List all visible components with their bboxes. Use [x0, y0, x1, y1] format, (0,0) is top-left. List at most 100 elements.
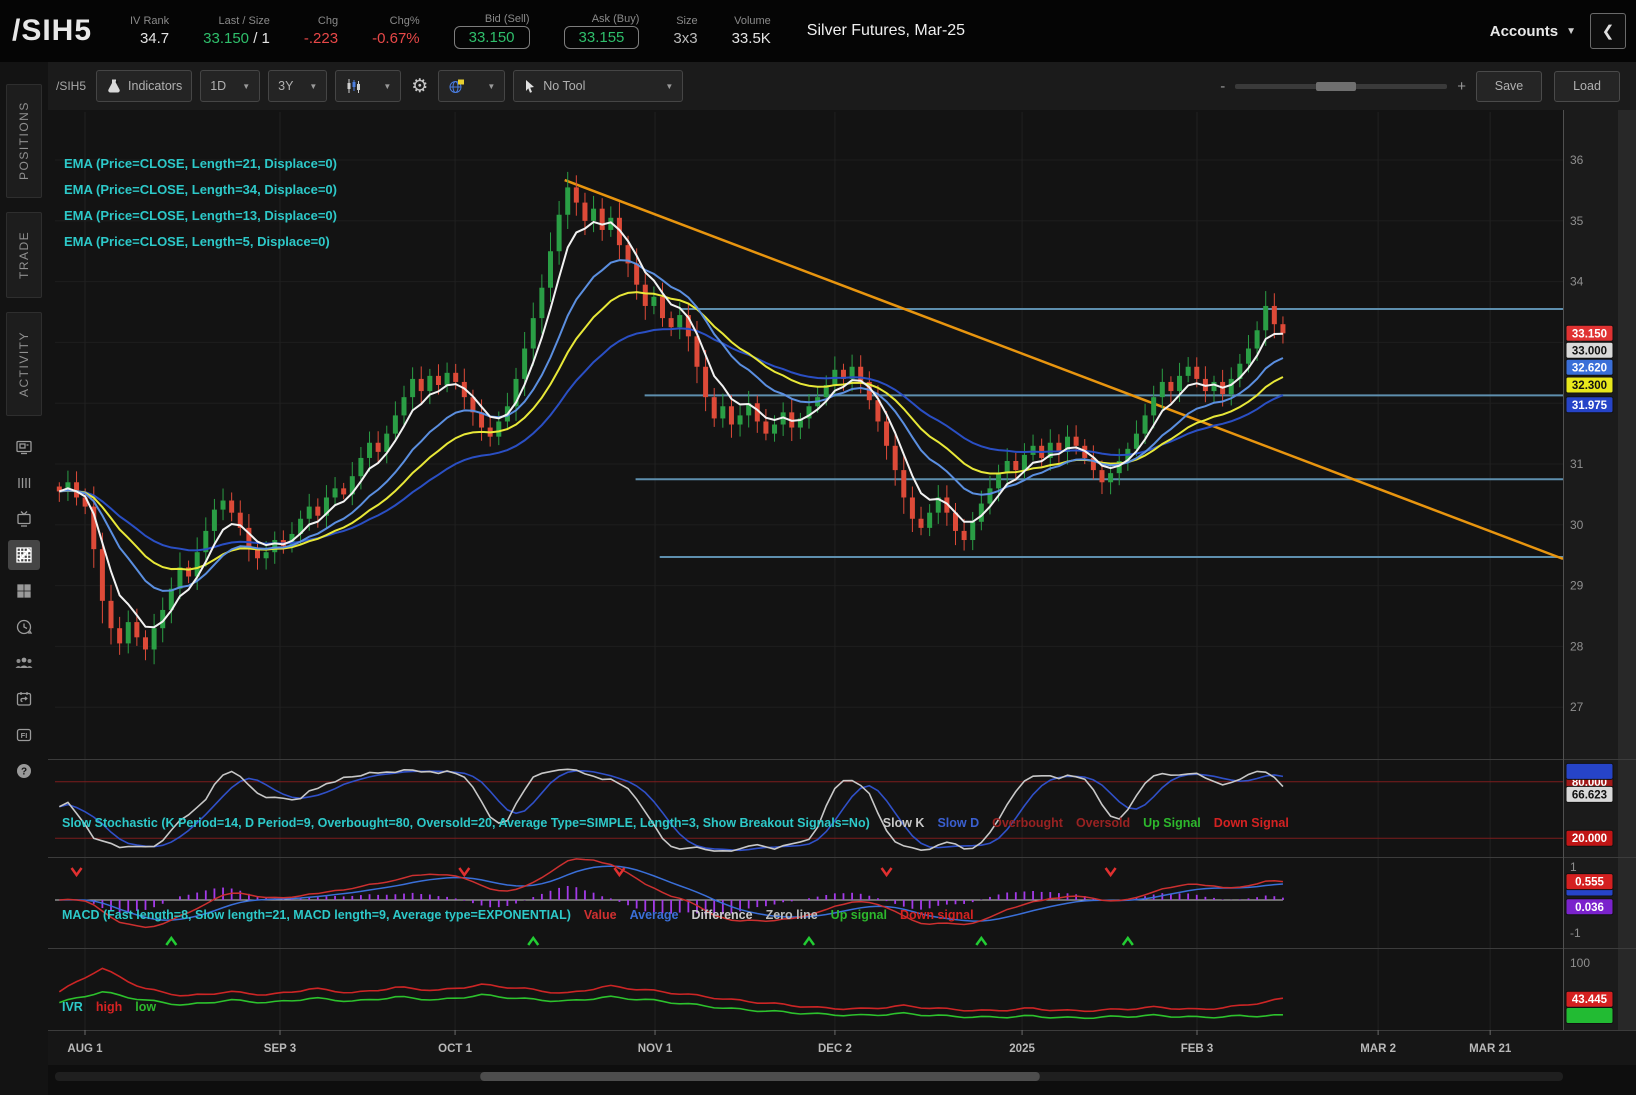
svg-text:?: ? — [21, 767, 27, 778]
svg-text:27: 27 — [1570, 700, 1584, 714]
tab-label: ACTIVITY — [17, 331, 31, 397]
chart-canvas[interactable]: 3635343332313029282733.15033.00032.62032… — [48, 110, 1636, 1095]
svg-text:29: 29 — [1570, 579, 1584, 593]
tool-label: No Tool — [543, 79, 585, 93]
svg-text:FEB 3: FEB 3 — [1181, 1043, 1214, 1055]
indicators-button[interactable]: Indicators — [96, 70, 192, 102]
svg-text:31: 31 — [1570, 457, 1584, 471]
indicators-label: Indicators — [128, 79, 182, 93]
zoom-in-button[interactable]: + — [1457, 78, 1466, 95]
svg-text:DEC 2: DEC 2 — [818, 1043, 852, 1055]
svg-text:NOV 1: NOV 1 — [638, 1043, 673, 1055]
quote-field-last-size: Last / Size33.150 / 1 — [203, 15, 270, 47]
svg-text:MAR 2: MAR 2 — [1360, 1043, 1396, 1055]
timeframe-value: 1D — [210, 79, 226, 93]
quote-field-chg: Chg-.223 — [304, 15, 338, 47]
left-sidebar: POSITIONS TRADE ACTIVITY — [0, 62, 49, 1095]
chevron-down-icon: ▼ — [1566, 26, 1576, 37]
collapse-header-button[interactable]: ❮ — [1590, 13, 1626, 49]
zoom-out-button[interactable]: - — [1220, 78, 1225, 95]
trading-app: /SIH5 IV Rank34.7 Last / Size33.150 / 1 Ch… — [0, 0, 1636, 1095]
svg-text:SEP 3: SEP 3 — [264, 1043, 296, 1055]
quote-fields: IV Rank34.7 Last / Size33.150 / 1 Chg-.223… — [130, 13, 805, 49]
quote-field-ask-buy-[interactable]: Ask (Buy)33.155 — [564, 13, 640, 49]
chart-type-dropdown[interactable]: ▼ — [335, 70, 401, 102]
chevron-left-icon: ❮ — [1602, 22, 1615, 40]
history-clock-icon[interactable] — [8, 612, 40, 642]
accounts-dropdown[interactable]: Accounts ▼ — [1490, 23, 1576, 40]
tv-icon[interactable] — [8, 504, 40, 534]
svg-text:34: 34 — [1570, 275, 1584, 289]
svg-text:2025: 2025 — [1009, 1043, 1035, 1055]
chevron-down-icon: ▼ — [383, 82, 391, 91]
settings-gear-icon[interactable]: ⚙ — [411, 77, 428, 96]
save-button[interactable]: Save — [1476, 71, 1542, 102]
tab-label: TRADE — [17, 231, 31, 279]
calendar-return-icon[interactable] — [8, 684, 40, 714]
svg-text:FI: FI — [21, 731, 28, 740]
quote-field-volume: Volume33.5K — [732, 15, 771, 47]
range-dropdown[interactable]: 3Y ▼ — [268, 70, 327, 102]
price-chart-svg[interactable]: 3635343332313029282733.15033.00032.62032… — [48, 110, 1636, 1095]
dashboard-grid-icon[interactable] — [8, 576, 40, 606]
quote-field-chg-: Chg%-0.67% — [372, 15, 420, 47]
load-button[interactable]: Load — [1554, 71, 1620, 102]
svg-text:0.555: 0.555 — [1575, 877, 1604, 889]
symbol-logo: /SIH5 — [0, 14, 130, 48]
svg-text:35: 35 — [1570, 214, 1584, 228]
drawing-set-dropdown[interactable]: ▼ — [438, 70, 505, 102]
quote-field-iv-rank: IV Rank34.7 — [130, 15, 169, 47]
svg-text:20.000: 20.000 — [1572, 833, 1607, 845]
svg-text:-1: -1 — [1570, 926, 1581, 940]
svg-text:36: 36 — [1570, 153, 1584, 167]
svg-text:1: 1 — [1570, 860, 1577, 874]
flask-icon — [106, 78, 122, 94]
sidebar-tab-activity[interactable]: ACTIVITY — [6, 312, 42, 416]
svg-text:32.620: 32.620 — [1572, 362, 1607, 374]
fi-icon[interactable]: FI — [8, 720, 40, 750]
chevron-down-icon: ▼ — [665, 82, 673, 91]
sidebar-tab-trade[interactable]: TRADE — [6, 212, 42, 298]
svg-text:0.036: 0.036 — [1575, 902, 1604, 914]
svg-text:AUG 1: AUG 1 — [67, 1043, 103, 1055]
zoom-slider[interactable] — [1235, 84, 1447, 89]
sidebar-icon-rail: FI ? — [0, 432, 48, 792]
instrument-description: Silver Futures, Mar-25 — [807, 22, 965, 40]
horizontal-scrollbar — [55, 1072, 1563, 1081]
help-icon[interactable]: ? — [8, 756, 40, 786]
tab-label: POSITIONS — [17, 102, 31, 181]
svg-text:33.150: 33.150 — [1572, 328, 1607, 340]
svg-text:OCT 1: OCT 1 — [438, 1043, 472, 1055]
drawing-globe-icon — [448, 78, 465, 95]
chevron-down-icon: ▼ — [487, 82, 495, 91]
grid-chart-icon[interactable] — [8, 540, 40, 570]
svg-text:32.300: 32.300 — [1572, 380, 1607, 392]
chevron-down-icon: ▼ — [309, 82, 317, 91]
monitor-icon[interactable] — [8, 432, 40, 462]
timeframe-dropdown[interactable]: 1D ▼ — [200, 70, 260, 102]
cursor-icon — [523, 79, 537, 94]
accounts-label: Accounts — [1490, 23, 1558, 40]
active-tool-dropdown[interactable]: No Tool ▼ — [513, 70, 683, 102]
candlestick-icon — [345, 78, 361, 94]
people-icon[interactable] — [8, 648, 40, 678]
svg-text:33.000: 33.000 — [1572, 345, 1607, 357]
svg-text:MAR 21: MAR 21 — [1469, 1043, 1512, 1055]
zoom-slider-thumb[interactable] — [1316, 82, 1356, 91]
svg-text:100: 100 — [1570, 956, 1590, 970]
quote-field-bid-sell-[interactable]: Bid (Sell)33.150 — [454, 13, 530, 49]
chart-region: /SIH5 Indicators 1D ▼ 3Y ▼ ▼ ⚙ ▼ — [48, 62, 1636, 1095]
sidebar-tab-positions[interactable]: POSITIONS — [6, 84, 42, 198]
toolbar-symbol: /SIH5 — [56, 79, 86, 93]
chevron-down-icon: ▼ — [242, 82, 250, 91]
range-value: 3Y — [278, 79, 293, 93]
svg-text:66.623: 66.623 — [1572, 789, 1607, 801]
svg-text:43.445: 43.445 — [1572, 994, 1608, 1006]
svg-text:28: 28 — [1570, 639, 1584, 653]
svg-text:30: 30 — [1570, 518, 1584, 532]
quote-field-size: Size3x3 — [673, 15, 697, 47]
list-columns-icon[interactable] — [8, 468, 40, 498]
svg-text:31.975: 31.975 — [1572, 400, 1608, 412]
quote-header: /SIH5 IV Rank34.7 Last / Size33.150 / 1 Ch… — [0, 0, 1636, 62]
chart-toolbar: /SIH5 Indicators 1D ▼ 3Y ▼ ▼ ⚙ ▼ — [48, 62, 1636, 111]
